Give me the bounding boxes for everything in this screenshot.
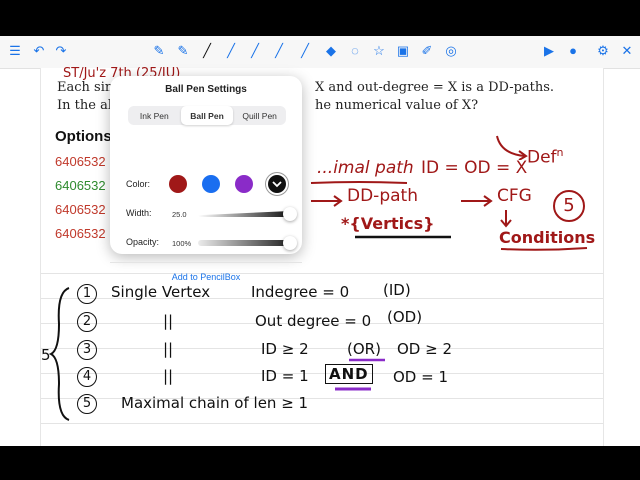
add-to-pencilbox-link[interactable]: Add to PencilBox <box>110 272 302 282</box>
row-2-right: Out degree = 0 <box>255 312 372 330</box>
color-swatch-blue[interactable] <box>202 175 220 193</box>
color-label: Color: <box>126 179 151 189</box>
arrow-icon <box>496 135 528 160</box>
underline <box>349 358 385 362</box>
annot-dd-path: DD-path <box>347 186 418 206</box>
tab-ink-pen[interactable]: Ink Pen <box>128 106 181 125</box>
option-2[interactable]: 6406532 <box>55 178 106 193</box>
highlighter-icon[interactable]: ╱ <box>296 42 314 60</box>
row-3-extra: OD ≥ 2 <box>397 340 453 358</box>
annot-five-circle: 5 <box>553 190 585 222</box>
image-icon[interactable]: ▣ <box>394 42 412 60</box>
lasso-icon[interactable]: ◌ <box>346 42 364 60</box>
popup-divider <box>110 262 302 263</box>
tab-quill-pen[interactable]: Quill Pen <box>233 106 286 125</box>
brace-count: 5 <box>41 346 51 364</box>
underline <box>355 235 451 239</box>
row-5-number: 5 <box>77 394 97 414</box>
annot-conditions: Conditions <box>499 228 596 247</box>
pen-blue-icon[interactable]: ╱ <box>222 42 240 60</box>
row-1-tag: (ID) <box>383 281 411 299</box>
tab-ball-pen[interactable]: Ball Pen <box>180 106 234 125</box>
row-4-left: || <box>163 367 174 385</box>
question-line-1a: Each sin <box>57 80 114 95</box>
option-3[interactable]: 6406532 <box>55 202 106 217</box>
ruled-line <box>41 423 603 424</box>
row-4-extra: OD = 1 <box>393 368 449 386</box>
row-3-tag: (OR) <box>347 340 381 358</box>
row-4-tag: AND <box>325 364 373 384</box>
undo-icon[interactable]: ↶ <box>30 42 48 60</box>
row-5-left: Maximal chain of len ≥ 1 <box>121 394 309 412</box>
settings-icon[interactable]: ⚙ <box>594 42 612 60</box>
width-slider-track[interactable] <box>198 211 290 217</box>
row-4-right: ID = 1 <box>261 367 309 385</box>
toolbar: ☰ ↶ ↷ ✎ ✎ ╱ ╱ ╱ ╱ ╱ ◆ ◌ ☆ ▣ ✐ ◎ ▶ ● ⚙ ✕ <box>0 36 640 69</box>
row-2-left: || <box>163 312 174 330</box>
annot-def: Defn <box>527 146 564 168</box>
opacity-slider-thumb[interactable] <box>283 236 297 250</box>
question-line-1b: X and out-degree = X is a DD-paths. <box>315 80 555 95</box>
color-swatch-black[interactable] <box>268 175 286 193</box>
ruled-line <box>41 348 603 349</box>
close-icon[interactable]: ✕ <box>618 42 636 60</box>
row-3-number: 3 <box>77 340 97 360</box>
options-title: Options <box>55 128 112 145</box>
opacity-value: 100% <box>172 239 192 248</box>
ruled-line <box>41 373 603 374</box>
opacity-slider-track[interactable] <box>198 240 290 246</box>
target-icon[interactable]: ◎ <box>442 42 460 60</box>
option-4[interactable]: 6406532 <box>55 226 106 241</box>
play-icon[interactable]: ▶ <box>540 42 558 60</box>
redo-icon[interactable]: ↷ <box>52 42 70 60</box>
annot-vertices: *{Vertics} <box>341 214 435 233</box>
width-label: Width: <box>126 208 152 218</box>
row-1-right: Indegree = 0 <box>251 283 350 301</box>
arrow-icon <box>500 210 512 228</box>
pen-tool-icon[interactable]: ✎ <box>150 42 168 60</box>
row-1-left: Single Vertex <box>111 283 211 301</box>
row-1-number: 1 <box>77 284 97 304</box>
pen-black-icon[interactable]: ╱ <box>198 42 216 60</box>
pen-blue-icon[interactable]: ╱ <box>270 42 288 60</box>
underline <box>500 247 588 251</box>
width-slider-thumb[interactable] <box>283 207 297 221</box>
opacity-label: Opacity: <box>126 237 160 247</box>
pen-blue-icon[interactable]: ╱ <box>246 42 264 60</box>
eraser-icon[interactable]: ◆ <box>322 42 340 60</box>
row-3-right: ID ≥ 2 <box>261 340 309 358</box>
row-4-number: 4 <box>77 367 97 387</box>
annot-cfg: CFG <box>497 186 532 206</box>
width-value: 25.0 <box>172 210 187 219</box>
left-brace <box>48 287 70 421</box>
app-screen: ☰ ↶ ↷ ✎ ✎ ╱ ╱ ╱ ╱ ╱ ◆ ◌ ☆ ▣ ✐ ◎ ▶ ● ⚙ ✕ … <box>0 36 640 446</box>
shapes-icon[interactable]: ☆ <box>370 42 388 60</box>
option-1[interactable]: 6406532 <box>55 154 106 169</box>
chevron-down-icon <box>272 181 282 188</box>
annot-maximal-path: ...imal path <box>317 158 414 178</box>
underline <box>335 387 371 391</box>
arrow-icon <box>311 195 343 207</box>
mic-icon[interactable]: ● <box>564 42 582 60</box>
question-line-2b: he numerical value of X? <box>315 98 479 113</box>
color-swatch-red[interactable] <box>169 175 187 193</box>
eyedropper-icon[interactable]: ✐ <box>418 42 436 60</box>
color-swatch-purple[interactable] <box>235 175 253 193</box>
list-icon[interactable]: ☰ <box>6 42 24 60</box>
row-2-number: 2 <box>77 312 97 332</box>
pen-tool-icon[interactable]: ✎ <box>174 42 192 60</box>
popup-title: Ball Pen Settings <box>165 84 247 95</box>
row-3-left: || <box>163 340 174 358</box>
row-2-tag: (OD) <box>387 308 423 326</box>
pen-type-segmented-control: Ink Pen Ball Pen Quill Pen <box>128 106 286 125</box>
arrow-icon <box>461 195 493 207</box>
question-line-2a: In the al <box>57 98 112 113</box>
annot-id-od: ID = OD = X <box>421 158 528 178</box>
pen-settings-popup: Ball Pen Settings Ink Pen Ball Pen Quill… <box>110 76 302 282</box>
